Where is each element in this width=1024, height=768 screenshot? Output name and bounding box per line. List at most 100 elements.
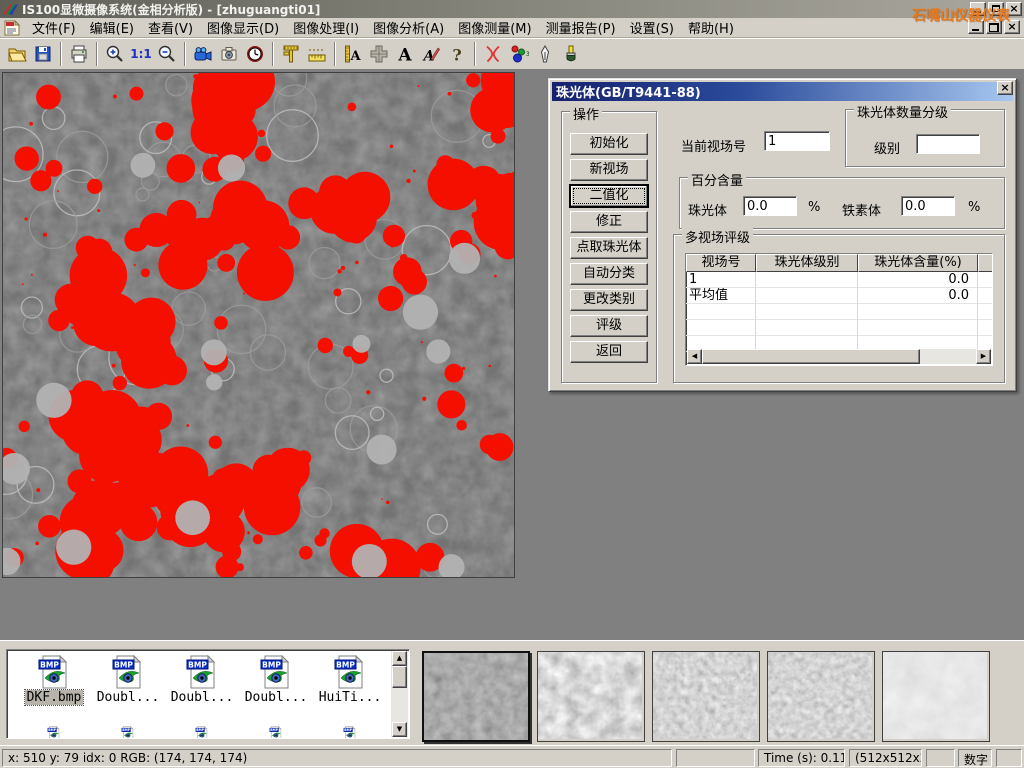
menu-item-3[interactable]: 查看(V) — [141, 16, 200, 39]
menu-item-9[interactable]: 设置(S) — [623, 16, 681, 39]
op-button-4[interactable]: 修正 — [570, 211, 648, 233]
pearlite-percent-input[interactable]: 0.0 — [743, 196, 797, 216]
svg-text:BMP: BMP — [114, 660, 133, 669]
table-cell: 平均值 — [686, 288, 756, 304]
menu-item-1[interactable]: 文件(F) — [25, 16, 83, 39]
file-item-2[interactable]: BMPDoubl... — [91, 655, 165, 705]
thumbnail-2[interactable] — [537, 651, 645, 742]
column-header-4[interactable]: 铁素体 — [978, 254, 993, 272]
actual-size-button[interactable]: 1:1 — [128, 41, 154, 67]
open-folder-icon — [7, 44, 27, 64]
ferrite-percent-sign: % — [968, 200, 980, 215]
bmp-file-icon: BMP — [111, 655, 145, 689]
file-item-row2-2[interactable]: BMP — [91, 726, 165, 739]
menu-item-10[interactable]: 帮助(H) — [681, 16, 741, 39]
pearlite-dialog: 珠光体(GB/T9441-88) × 操作 初始化新视场二值化修正点取珠光体自动… — [548, 78, 1017, 392]
menu-item-6[interactable]: 图像分析(A) — [366, 16, 451, 39]
table-hscrollbar[interactable]: ◀▶ — [687, 349, 991, 364]
caliper-button[interactable] — [278, 41, 304, 67]
rating-table[interactable]: 视场号珠光体级别珠光体含量(%)铁素体10.0平均值0.0◀▶ — [685, 253, 993, 366]
file-item-4[interactable]: BMPDoubl... — [239, 655, 313, 705]
level-input[interactable] — [916, 134, 980, 154]
column-header-1[interactable]: 视场号 — [686, 254, 756, 272]
table-cell: 0.0 — [858, 288, 978, 304]
print-button[interactable] — [66, 41, 92, 67]
menu-item-2[interactable]: 编辑(E) — [83, 16, 141, 39]
bmp-file-icon: BMP — [37, 655, 71, 689]
op-button-2[interactable]: 新视场 — [570, 159, 648, 181]
file-name: DKF.bmp — [25, 690, 84, 705]
toolbar-separator — [184, 42, 186, 66]
file-item-row2-3[interactable]: BMP — [165, 726, 239, 739]
file-name: HuiTi... — [317, 690, 384, 705]
menu-item-7[interactable]: 图像测量(M) — [451, 16, 538, 39]
thumbnail-3[interactable] — [652, 651, 760, 742]
table-row-3[interactable] — [686, 304, 992, 320]
curve-tool-button[interactable] — [480, 41, 506, 67]
zoom-in-button[interactable] — [102, 41, 128, 67]
file-item-row2-1[interactable]: BMP — [17, 726, 91, 739]
table-row-4[interactable] — [686, 320, 992, 336]
file-item-row2-5[interactable]: BMP — [313, 726, 387, 739]
thumbnail-5[interactable] — [882, 651, 990, 742]
toolbar-separator — [96, 42, 98, 66]
op-button-7[interactable]: 更改类别 — [570, 289, 648, 311]
grid-tool-button[interactable] — [366, 41, 392, 67]
classify-button[interactable]: 3 — [506, 41, 532, 67]
pointer-pen-button[interactable] — [532, 41, 558, 67]
edit-text-button[interactable]: A — [418, 41, 444, 67]
scroll-up-button[interactable]: ▲ — [392, 651, 407, 666]
op-button-6[interactable]: 自动分类 — [570, 263, 648, 285]
ruler-icon — [307, 44, 327, 64]
file-list-scrollbar[interactable]: ▲ ▼ — [391, 651, 408, 737]
thumbnail-1[interactable] — [422, 651, 530, 742]
ferrite-label: 铁素体 — [842, 200, 881, 219]
op-button-1[interactable]: 初始化 — [570, 133, 648, 155]
grade-group-label: 珠光体数量分级 — [854, 102, 951, 121]
menu-item-8[interactable]: 测量报告(P) — [539, 16, 623, 39]
op-button-3[interactable]: 二值化 — [570, 185, 648, 207]
window-title: IS100显微摄像系统(金相分析版) - [zhuguangti01] — [22, 1, 320, 18]
measure-text-button[interactable]: A — [340, 41, 366, 67]
thumbnail-4[interactable] — [767, 651, 875, 742]
dialog-close-button[interactable]: × — [997, 81, 1013, 95]
clock-button[interactable] — [242, 41, 268, 67]
app-logo-icon — [2, 2, 18, 16]
photo-camera-button[interactable] — [216, 41, 242, 67]
scroll-right-button[interactable]: ▶ — [976, 349, 991, 364]
zoom-out-button[interactable] — [154, 41, 180, 67]
curve-tool-icon — [483, 44, 503, 64]
save-button[interactable] — [30, 41, 56, 67]
video-camera-button[interactable] — [190, 41, 216, 67]
brush-button[interactable] — [558, 41, 584, 67]
pointer-pen-icon — [535, 44, 555, 64]
ferrite-percent-input[interactable]: 0.0 — [901, 196, 955, 216]
op-button-8[interactable]: 评级 — [570, 315, 648, 337]
op-button-5[interactable]: 点取珠光体 — [570, 237, 648, 259]
scroll-thumb[interactable] — [392, 666, 407, 688]
open-folder-button[interactable] — [4, 41, 30, 67]
menu-item-5[interactable]: 图像处理(I) — [286, 16, 366, 39]
file-list[interactable]: ▲ ▼ BMPDKF.bmpBMPDoubl...BMPDoubl...BMPD… — [6, 649, 410, 739]
file-item-3[interactable]: BMPDoubl... — [165, 655, 239, 705]
edit-text-icon: A — [421, 44, 441, 64]
scroll-down-button[interactable]: ▼ — [392, 722, 407, 737]
help-button[interactable]: ? — [444, 41, 470, 67]
op-button-9[interactable]: 返回 — [570, 341, 648, 363]
hscroll-thumb[interactable] — [702, 349, 920, 364]
table-cell — [978, 320, 993, 336]
current-field-input[interactable]: 1 — [764, 131, 830, 151]
menu-item-4[interactable]: 图像显示(D) — [200, 16, 286, 39]
column-header-3[interactable]: 珠光体含量(%) — [858, 254, 978, 272]
dialog-title-bar[interactable]: 珠光体(GB/T9441-88) — [552, 82, 1013, 101]
table-row-1[interactable]: 10.0 — [686, 272, 992, 288]
column-header-2[interactable]: 珠光体级别 — [756, 254, 858, 272]
file-item-1[interactable]: BMPDKF.bmp — [17, 655, 91, 705]
ruler-button[interactable] — [304, 41, 330, 67]
binarized-metallograph-image[interactable] — [2, 72, 515, 578]
table-row-2[interactable]: 平均值 0.0 — [686, 288, 992, 304]
text-tool-button[interactable]: A — [392, 41, 418, 67]
file-item-row2-4[interactable]: BMP — [239, 726, 313, 739]
scroll-left-button[interactable]: ◀ — [687, 349, 702, 364]
file-item-5[interactable]: BMPHuiTi... — [313, 655, 387, 705]
